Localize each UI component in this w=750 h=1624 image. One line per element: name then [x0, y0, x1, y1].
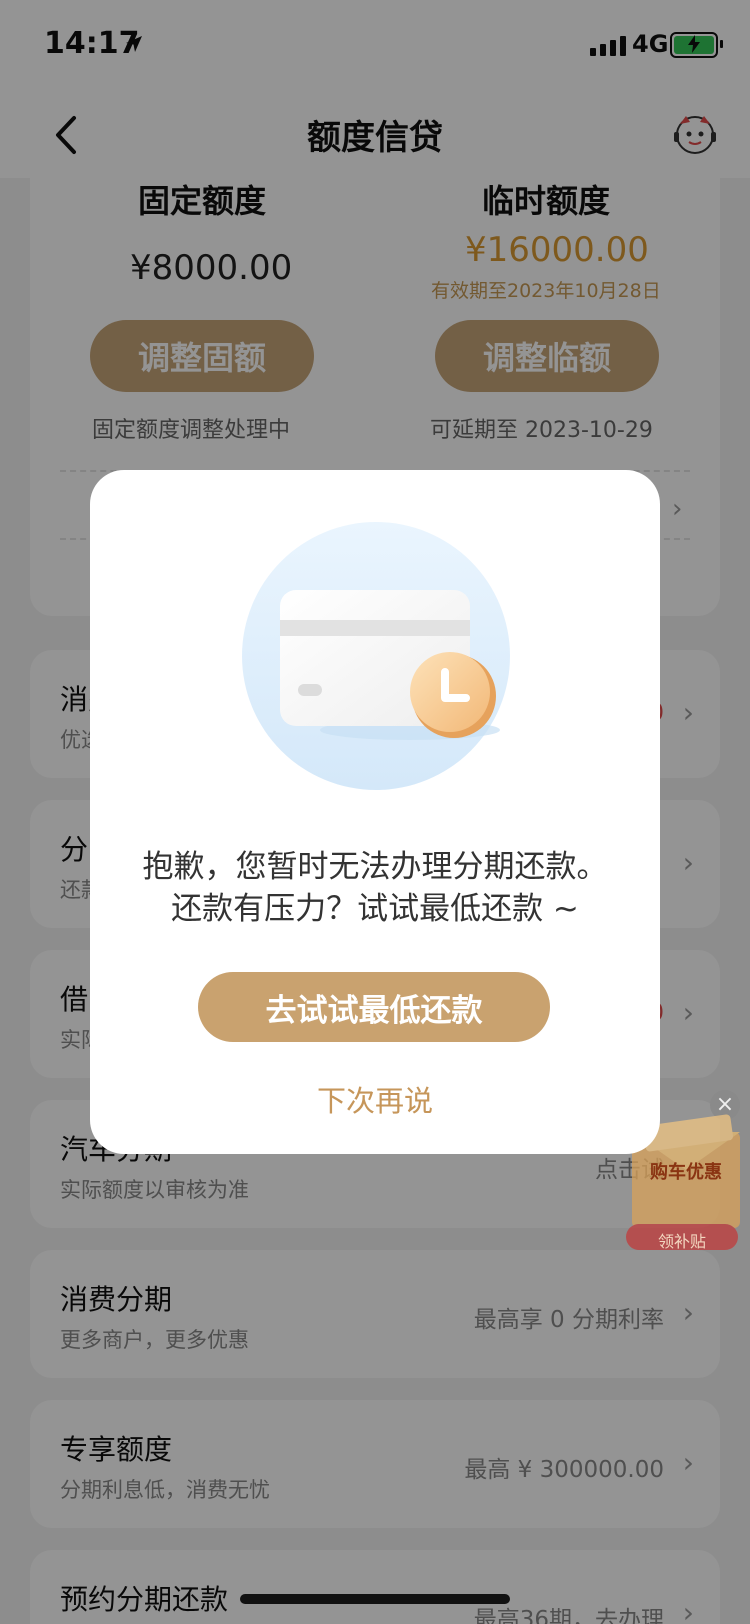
- dialog-message-line-1: 抱歉，您暂时无法办理分期还款。: [142, 849, 608, 885]
- promo-badge: 领补贴: [657, 1232, 706, 1251]
- home-indicator[interactable]: [240, 1594, 510, 1604]
- credit-card-clock-icon: [242, 522, 510, 790]
- try-minimum-payment-button[interactable]: 去试试最低还款: [198, 972, 550, 1042]
- later-button[interactable]: 下次再说: [90, 1078, 660, 1120]
- promo-title: 购车优惠: [650, 1162, 722, 1183]
- notice-dialog: 抱歉，您暂时无法办理分期还款。 还款有压力？试试最低还款 ~ 去试试最低还款 下…: [90, 470, 660, 1154]
- dialog-message: 抱歉，您暂时无法办理分期还款。 还款有压力？试试最低还款 ~: [90, 846, 660, 930]
- credit-limit-page: 14:17 4G 额度信贷 固定额度 ¥8000.00 调整固额 固定额度调整处…: [0, 0, 750, 1624]
- dialog-message-line-2: 还款有压力？试试最低还款 ~: [171, 891, 579, 927]
